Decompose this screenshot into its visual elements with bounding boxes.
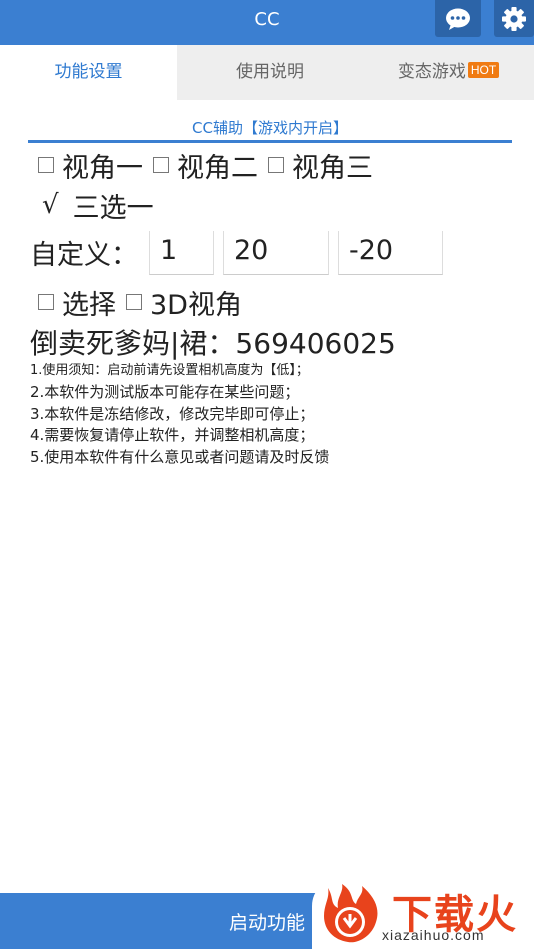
note-item: 2.本软件为测试版本可能存在某些问题； [30,382,300,401]
option-label: 视角二 [177,152,258,184]
checkbox[interactable] [38,157,54,173]
view-option-2[interactable]: 视角二 [153,146,258,185]
contact-line: 倒卖死爹妈|裙：569406025 [30,327,396,360]
hot-badge: HOT [467,62,500,78]
custom-value-2-input[interactable]: 20 [223,230,329,275]
extra-options-row: 选择 3D视角 [38,282,252,322]
option-label: 选择 [62,289,116,321]
tab-label: 使用说明 [236,62,304,82]
checkbox[interactable] [268,157,284,173]
section-title: CC辅助【游戏内开启】 [192,119,348,137]
tab-instructions[interactable]: 使用说明 [177,45,363,100]
custom-label: 自定义： [30,240,138,271]
3d-view-option[interactable]: 3D视角 [126,283,242,322]
note-item: 4.需要恢复请停止软件，并调整相机高度； [30,426,315,445]
note-item: 1.使用须知：启动前请先设置相机高度为【低】； [30,363,309,378]
custom-value-3-input[interactable]: -20 [338,230,443,275]
tab-label: 功能设置 [54,62,123,82]
checkbox[interactable] [38,294,54,310]
checkmark-icon: √ [42,190,59,220]
select-option[interactable]: 选择 [38,283,116,322]
app-header: CC [0,0,534,45]
tab-mod-games[interactable]: 变态游戏 HOT [363,45,534,100]
tab-label: 变态游戏 [397,62,466,82]
gear-icon [502,6,526,31]
note-item: 5.使用本软件有什么意见或者问题请及时反馈 [30,448,330,467]
view-option-3[interactable]: 视角三 [268,146,373,185]
settings-button[interactable] [494,0,534,37]
note-item: 3.本软件是冻结修改，修改完毕即可停止； [30,404,315,423]
option-label: 视角三 [292,152,373,184]
option-label: 3D视角 [150,289,242,321]
checkbox[interactable] [126,294,142,310]
chat-bubble-icon [446,8,470,30]
view-option-1[interactable]: 视角一 [38,146,143,185]
option-label: 视角一 [62,152,143,184]
custom-row: 自定义： 1 20 -20 [30,230,510,275]
view-options-row: 视角一 视角二 视角三 [38,146,383,184]
chat-button[interactable] [435,0,481,37]
custom-value-1-input[interactable]: 1 [149,230,214,275]
watermark: 下载火 xiazaihuo.com [312,878,534,949]
usage-notes: 1.使用须知：启动前请先设置相机高度为【低】； 2.本软件为测试版本可能存在某些… [30,360,510,469]
tab-feature-settings[interactable]: 功能设置 [0,45,177,100]
watermark-domain: xiazaihuo.com [382,927,485,943]
checkbox[interactable] [153,157,169,173]
tab-bar: 功能设置 使用说明 变态游戏 HOT [0,45,534,100]
flame-logo-icon [324,884,378,943]
section-divider [28,140,512,143]
choice-label: 三选一 [72,192,154,224]
choice-row[interactable]: √ 三选一 [42,185,154,225]
